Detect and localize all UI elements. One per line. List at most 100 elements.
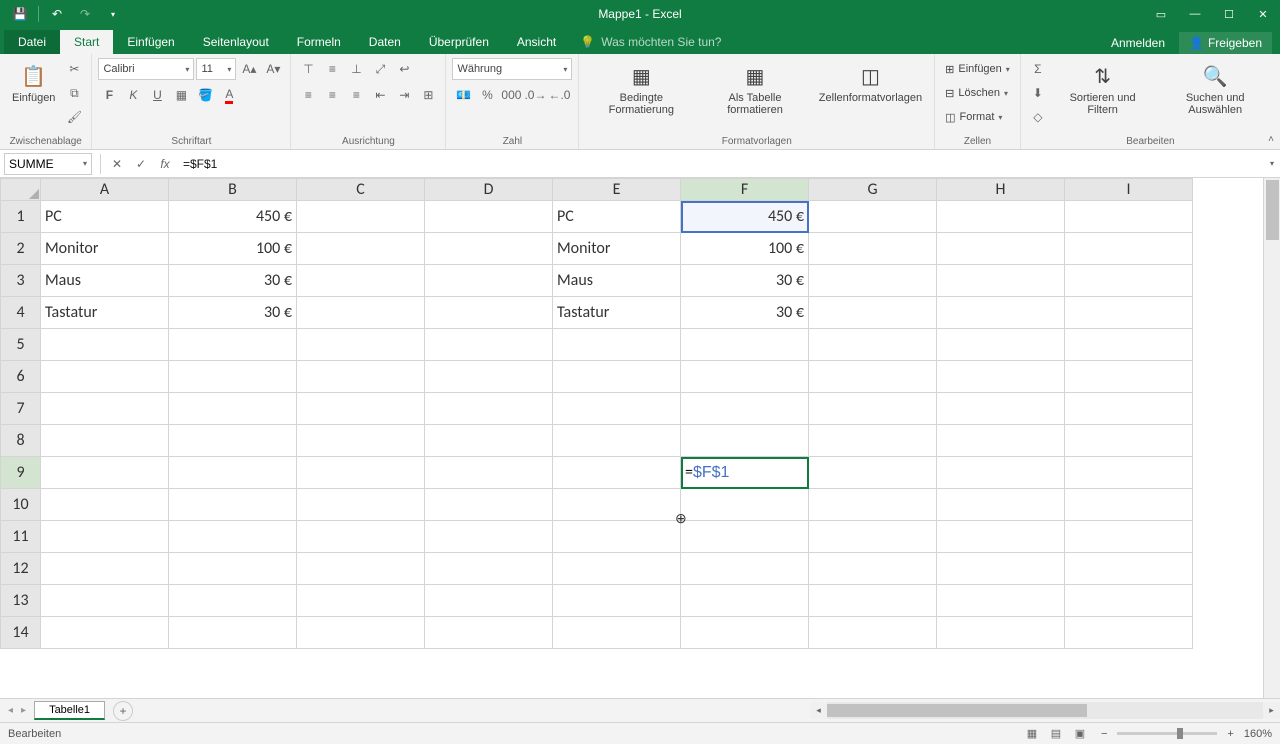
cell-G7[interactable] [809, 393, 937, 425]
cell-E4[interactable]: Tastatur [553, 297, 681, 329]
col-header-F[interactable]: F [681, 179, 809, 201]
close-icon[interactable]: ✕ [1246, 0, 1280, 28]
cell-H10[interactable] [937, 489, 1065, 521]
cell-A4[interactable]: Tastatur [41, 297, 169, 329]
zoom-level[interactable]: 160% [1244, 728, 1272, 740]
decrease-indent-icon[interactable]: ⇤ [369, 84, 391, 106]
cell-G3[interactable] [809, 265, 937, 297]
cell-I3[interactable] [1065, 265, 1193, 297]
cell-C4[interactable] [297, 297, 425, 329]
name-box[interactable]: SUMME▾ [4, 153, 92, 175]
cell-E8[interactable] [553, 425, 681, 457]
format-painter-icon[interactable]: 🖌 [63, 106, 85, 128]
maximize-icon[interactable]: ☐ [1212, 0, 1246, 28]
cell-F5[interactable] [681, 329, 809, 361]
signin-button[interactable]: Anmelden [1101, 32, 1175, 54]
cell-A13[interactable] [41, 585, 169, 617]
cell-A7[interactable] [41, 393, 169, 425]
redo-icon[interactable]: ↷ [73, 3, 97, 25]
cell-I1[interactable] [1065, 201, 1193, 233]
hscroll-right-icon[interactable]: ▸ [1263, 702, 1280, 719]
row-header-9[interactable]: 9 [1, 457, 41, 489]
cell-D9[interactable] [425, 457, 553, 489]
cell-D5[interactable] [425, 329, 553, 361]
col-header-H[interactable]: H [937, 179, 1065, 201]
find-select-button[interactable]: 🔍Suchen und Auswählen [1156, 58, 1274, 118]
cell-D4[interactable] [425, 297, 553, 329]
cell-B3[interactable]: 30 € [169, 265, 297, 297]
col-header-B[interactable]: B [169, 179, 297, 201]
cell-A5[interactable] [41, 329, 169, 361]
cell-F1[interactable]: 450 € [681, 201, 809, 233]
clear-icon[interactable]: ◇ [1027, 106, 1049, 128]
cell-F10[interactable] [681, 489, 809, 521]
cell-F9[interactable]: =$F$1 [681, 457, 809, 489]
formula-expand-icon[interactable]: ▾ [1264, 159, 1280, 168]
tell-me-search[interactable]: 💡 Was möchten Sie tun? [570, 30, 731, 54]
cell-F2[interactable]: 100 € [681, 233, 809, 265]
cell-I13[interactable] [1065, 585, 1193, 617]
cell-C12[interactable] [297, 553, 425, 585]
cell-F4[interactable]: 30 € [681, 297, 809, 329]
cell-G1[interactable] [809, 201, 937, 233]
cell-H14[interactable] [937, 617, 1065, 649]
cell-G2[interactable] [809, 233, 937, 265]
col-header-G[interactable]: G [809, 179, 937, 201]
row-header-10[interactable]: 10 [1, 489, 41, 521]
cell-C3[interactable] [297, 265, 425, 297]
share-button[interactable]: 👤 Freigeben [1179, 32, 1272, 54]
tab-data[interactable]: Daten [355, 30, 415, 54]
cell-B10[interactable] [169, 489, 297, 521]
cell-H8[interactable] [937, 425, 1065, 457]
cell-C5[interactable] [297, 329, 425, 361]
cell-C6[interactable] [297, 361, 425, 393]
cell-H7[interactable] [937, 393, 1065, 425]
cell-F11[interactable] [681, 521, 809, 553]
cell-E3[interactable]: Maus [553, 265, 681, 297]
new-sheet-icon[interactable]: + [113, 701, 133, 721]
cell-G13[interactable] [809, 585, 937, 617]
sheet-tab-1[interactable]: Tabelle1 [34, 701, 105, 720]
cell-A2[interactable]: Monitor [41, 233, 169, 265]
cell-B2[interactable]: 100 € [169, 233, 297, 265]
wrap-text-icon[interactable]: ↩ [393, 58, 415, 80]
cell-D10[interactable] [425, 489, 553, 521]
cell-H13[interactable] [937, 585, 1065, 617]
align-top-icon[interactable]: ⊤ [297, 58, 319, 80]
cell-I14[interactable] [1065, 617, 1193, 649]
cell-C13[interactable] [297, 585, 425, 617]
cell-I7[interactable] [1065, 393, 1193, 425]
cell-H11[interactable] [937, 521, 1065, 553]
row-header-5[interactable]: 5 [1, 329, 41, 361]
cell-E6[interactable] [553, 361, 681, 393]
font-color-icon[interactable]: A [218, 84, 240, 106]
cell-E1[interactable]: PC [553, 201, 681, 233]
row-header-2[interactable]: 2 [1, 233, 41, 265]
align-center-icon[interactable]: ≡ [321, 84, 343, 106]
cut-icon[interactable]: ✂ [63, 58, 85, 80]
cell-H3[interactable] [937, 265, 1065, 297]
row-header-14[interactable]: 14 [1, 617, 41, 649]
vertical-scrollbar[interactable] [1263, 178, 1280, 698]
cell-styles-button[interactable]: ◫Zellenformatvorlagen [813, 58, 928, 106]
tab-pagelayout[interactable]: Seitenlayout [189, 30, 283, 54]
italic-icon[interactable]: K [122, 84, 144, 106]
cell-C9[interactable] [297, 457, 425, 489]
cell-G10[interactable] [809, 489, 937, 521]
autosum-icon[interactable]: Σ [1027, 58, 1049, 80]
cell-F3[interactable]: 30 € [681, 265, 809, 297]
row-header-1[interactable]: 1 [1, 201, 41, 233]
font-name-select[interactable]: Calibri▾ [98, 58, 194, 80]
hscroll-left-icon[interactable]: ◂ [810, 702, 827, 719]
align-bottom-icon[interactable]: ⊥ [345, 58, 367, 80]
fill-icon[interactable]: ⬇ [1027, 82, 1049, 104]
border-icon[interactable]: ▦ [170, 84, 192, 106]
row-header-3[interactable]: 3 [1, 265, 41, 297]
number-format-select[interactable]: Währung▾ [452, 58, 572, 80]
zoom-slider[interactable] [1117, 732, 1217, 735]
col-header-E[interactable]: E [553, 179, 681, 201]
cell-F6[interactable] [681, 361, 809, 393]
cell-D14[interactable] [425, 617, 553, 649]
cell-D13[interactable] [425, 585, 553, 617]
cell-B6[interactable] [169, 361, 297, 393]
